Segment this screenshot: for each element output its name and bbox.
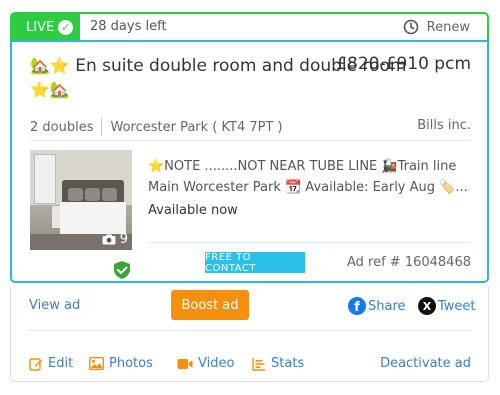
listing-meta: 2 doubles Worcester Park ( KT4 7PT ) [30, 118, 283, 136]
camera-icon [102, 234, 116, 245]
boost-ad-button[interactable]: Boost ad [171, 290, 249, 320]
facebook-share-button[interactable]: f Share [348, 297, 406, 315]
listing-panel: 🏡⭐ En suite double room and double room … [10, 40, 489, 283]
days-left: 28 days left [90, 19, 167, 34]
manage-row: Edit Photos Video Stats Deactivate ad [29, 356, 471, 376]
stats-link[interactable]: Stats [252, 356, 304, 371]
deactivate-ad-link[interactable]: Deactivate ad [380, 356, 471, 371]
ad-reference: Ad ref # 16048468 [346, 255, 471, 270]
video-label: Video [198, 356, 235, 371]
photo-pillow [68, 188, 83, 201]
listing-photo[interactable]: 9 [30, 150, 132, 250]
live-badge: LIVE ✓ [12, 14, 80, 40]
video-link[interactable]: Video [177, 356, 234, 371]
photos-label: Photos [109, 356, 153, 371]
meta-separator [101, 118, 103, 136]
photo-bed [60, 202, 126, 236]
stats-icon [252, 357, 265, 371]
tweet-button[interactable]: X Tweet [418, 297, 476, 315]
facebook-icon: f [348, 297, 366, 315]
divider [30, 140, 470, 141]
divider [148, 242, 470, 243]
ad-actions: View ad Boost ad f Share X Tweet Edit Ph… [10, 287, 489, 382]
free-to-contact-badge: FREE TO CONTACT [205, 252, 305, 274]
listing-price: £820-£910 pcm [336, 54, 471, 74]
renew-label: Renew [426, 19, 470, 35]
title-emoji-prefix: 🏡⭐ [30, 56, 70, 75]
listing-location: Worcester Park ( KT4 7PT ) [110, 119, 283, 135]
x-icon: X [418, 297, 436, 315]
photo-pillow [85, 188, 100, 201]
listing-description: ⭐NOTE ........NOT NEAR TUBE LINE 🚂Train … [148, 159, 468, 195]
view-ad-link[interactable]: View ad [29, 298, 80, 313]
ad-card: LIVE ✓ 28 days left Renew 🏡⭐ En suite do… [10, 12, 489, 382]
photo-count: 9 [102, 232, 128, 247]
edit-label: Edit [48, 356, 74, 371]
renew-button[interactable]: Renew [403, 19, 470, 35]
photo-pillow [102, 188, 117, 201]
live-label: LIVE [26, 19, 55, 35]
video-icon [177, 358, 193, 369]
title-emoji-suffix: ⭐🏡 [30, 80, 70, 99]
availability: Available now [148, 203, 238, 218]
stats-label: Stats [271, 356, 305, 371]
agent-name: Bills inc. [417, 118, 471, 133]
photos-link[interactable]: Photos [89, 356, 153, 371]
check-icon: ✓ [58, 19, 74, 35]
edit-icon [29, 357, 42, 371]
clock-icon [403, 19, 418, 35]
photo-window [34, 154, 56, 204]
room-count: 2 doubles [30, 119, 94, 135]
photo-count-value: 9 [119, 232, 128, 247]
shield-check-icon [114, 261, 130, 279]
tweet-label: Tweet [438, 298, 476, 314]
status-bar: LIVE ✓ 28 days left Renew [10, 12, 489, 40]
divider [29, 330, 471, 331]
photo-icon [89, 357, 104, 370]
edit-link[interactable]: Edit [29, 356, 73, 371]
share-label: Share [368, 298, 406, 314]
